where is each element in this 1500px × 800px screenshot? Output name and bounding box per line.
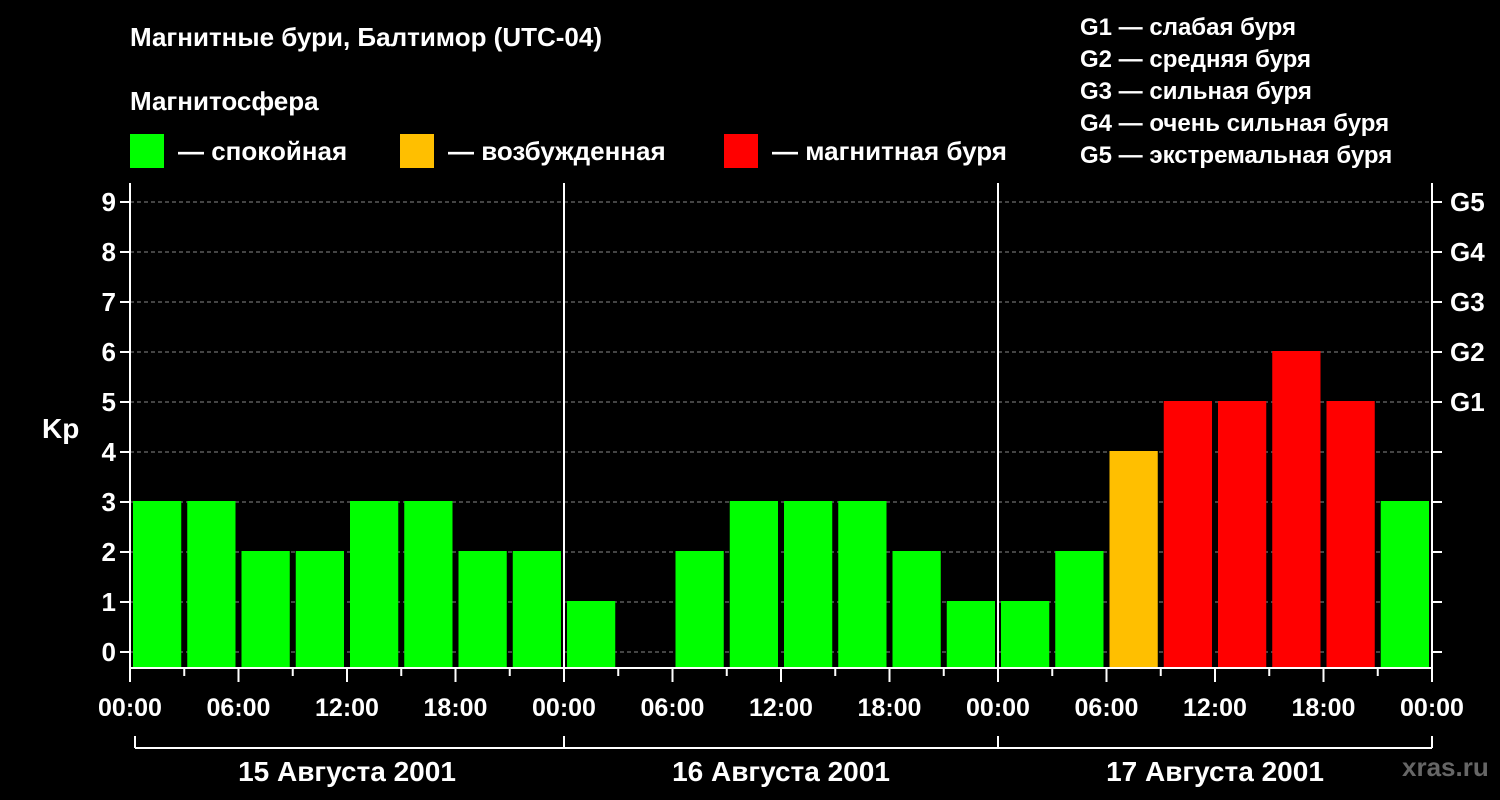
x-tick-label-8: 00:00 bbox=[966, 694, 1030, 722]
y-tick-label-1: 1 bbox=[102, 587, 116, 617]
bar-15 bbox=[946, 601, 995, 668]
x-tick-label-10: 12:00 bbox=[1183, 694, 1247, 722]
x-tick-label-5: 06:00 bbox=[641, 694, 705, 722]
bar-16 bbox=[1001, 601, 1050, 668]
x-tick-label-2: 12:00 bbox=[315, 694, 379, 722]
labels-layer: 0 1 2 3 4 5 6 7 8 9 G1 G2 G3 G4 G5 Kp 00:00 06:00 12:00 18:… bbox=[42, 187, 1485, 787]
bar-23 bbox=[1380, 501, 1429, 668]
day-label-0: 15 Августа 2001 bbox=[238, 756, 456, 787]
x-tick-label-4: 00:00 bbox=[532, 694, 596, 722]
x-tick-label-6: 12:00 bbox=[749, 694, 813, 722]
g-label-g3: G3 bbox=[1450, 287, 1485, 317]
bar-12 bbox=[784, 501, 833, 668]
bar-1 bbox=[187, 501, 236, 668]
bar-10 bbox=[675, 551, 724, 668]
y-tick-label-2: 2 bbox=[102, 537, 116, 567]
day-label-1: 16 Августа 2001 bbox=[672, 756, 890, 787]
y-tick-label-5: 5 bbox=[102, 387, 116, 417]
bar-14 bbox=[892, 551, 941, 668]
g-label-g2: G2 bbox=[1450, 337, 1485, 367]
kp-chart: 0 1 2 3 4 5 6 7 8 9 G1 G2 G3 G4 G5 Kp 00:00 06:00 12:00 18:… bbox=[42, 183, 1485, 787]
bar-8 bbox=[567, 601, 616, 668]
bars-layer bbox=[133, 351, 1429, 668]
y-axis-label: Kp bbox=[42, 413, 79, 444]
bar-22 bbox=[1326, 401, 1375, 668]
g-label-g4: G4 bbox=[1450, 237, 1485, 267]
y-tick-label-8: 8 bbox=[102, 237, 116, 267]
watermark: xras.ru bbox=[1402, 752, 1489, 782]
y-tick-label-3: 3 bbox=[102, 487, 116, 517]
y-tick-label-4: 4 bbox=[102, 437, 117, 467]
bar-13 bbox=[838, 501, 887, 668]
bar-21 bbox=[1272, 351, 1321, 668]
bar-18 bbox=[1109, 451, 1158, 668]
y-tick-label-0: 0 bbox=[102, 637, 116, 667]
bar-11 bbox=[729, 501, 778, 668]
x-tick-label-12: 00:00 bbox=[1400, 694, 1464, 722]
bar-7 bbox=[512, 551, 561, 668]
bar-0 bbox=[133, 501, 182, 668]
g-label-g5: G5 bbox=[1450, 187, 1485, 217]
x-tick-label-1: 06:00 bbox=[207, 694, 271, 722]
bar-20 bbox=[1218, 401, 1267, 668]
bar-2 bbox=[241, 551, 290, 668]
y-tick-label-9: 9 bbox=[102, 187, 116, 217]
x-tick-label-0: 00:00 bbox=[98, 694, 162, 722]
bar-19 bbox=[1163, 401, 1212, 668]
bar-3 bbox=[295, 551, 344, 668]
bar-6 bbox=[458, 551, 507, 668]
x-tick-label-9: 06:00 bbox=[1075, 694, 1139, 722]
x-tick-label-7: 18:00 bbox=[858, 694, 922, 722]
bar-4 bbox=[350, 501, 399, 668]
x-tick-label-11: 18:00 bbox=[1292, 694, 1356, 722]
g-label-g1: G1 bbox=[1450, 387, 1485, 417]
bar-5 bbox=[404, 501, 453, 668]
y-tick-label-6: 6 bbox=[102, 337, 116, 367]
day-label-2: 17 Августа 2001 bbox=[1106, 756, 1324, 787]
y-tick-label-7: 7 bbox=[102, 287, 116, 317]
bar-17 bbox=[1055, 551, 1104, 668]
x-tick-label-3: 18:00 bbox=[424, 694, 488, 722]
